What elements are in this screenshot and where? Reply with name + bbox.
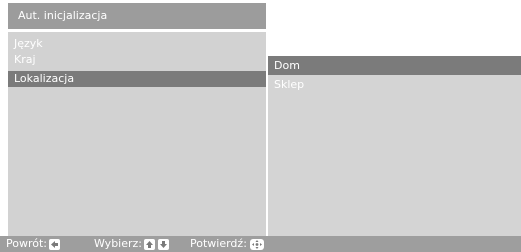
confirm-hint-label: Potwierdź:	[190, 237, 247, 250]
menu-item-label: Język	[14, 37, 43, 50]
menu-item-location[interactable]: Lokalizacja	[8, 71, 266, 87]
arrow-up-icon	[144, 238, 156, 250]
status-bar: Powrót: Wybierz: Potwierdź:	[0, 236, 521, 252]
submenu-item-shop[interactable]: Sklep	[268, 75, 521, 94]
select-hint-label: Wybierz:	[94, 237, 143, 250]
menu-item-country[interactable]: Kraj	[8, 52, 266, 68]
select-hint: Wybierz:	[94, 236, 170, 252]
arrow-left-icon	[49, 238, 60, 250]
submenu-item-home[interactable]: Dom	[268, 56, 521, 75]
page-title: Aut. inicjalizacja	[18, 9, 108, 22]
back-hint-label: Powrót:	[6, 237, 47, 250]
menu-item-label: Kraj	[14, 53, 36, 66]
main-menu: Język Kraj Lokalizacja	[8, 32, 266, 236]
confirm-hint: Potwierdź:	[190, 236, 264, 252]
submenu-item-label: Dom	[274, 59, 300, 72]
submenu-item-label: Sklep	[274, 78, 305, 91]
enter-key-icon	[249, 238, 264, 250]
arrow-down-icon	[158, 238, 170, 250]
title-bar: Aut. inicjalizacja	[8, 3, 266, 29]
tv-setup-screen: Aut. inicjalizacja Język Kraj Lokalizacj…	[0, 0, 521, 252]
location-submenu: Dom Sklep	[268, 56, 521, 236]
menu-item-label: Lokalizacja	[14, 72, 75, 85]
back-hint: Powrót:	[6, 236, 60, 252]
menu-item-language[interactable]: Język	[8, 36, 266, 52]
